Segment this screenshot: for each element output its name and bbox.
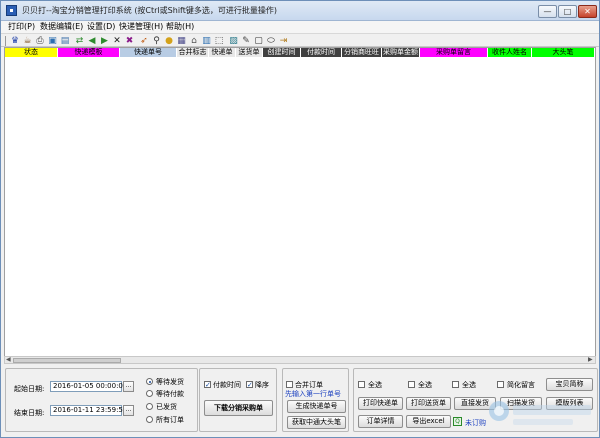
merge-panel: 合并订单 先输入第一行单号 生成快递单号 获取中通大头笔 — [282, 368, 349, 432]
column-header[interactable]: 快递模板 — [58, 48, 120, 57]
users-icon[interactable]: ♛ — [10, 36, 20, 46]
minimize-button[interactable]: — — [538, 5, 557, 18]
exit-icon[interactable]: ⇥ — [279, 36, 289, 46]
status-label-awaiting-shipment: 等待发货 — [156, 378, 184, 386]
scroll-thumb[interactable] — [13, 358, 121, 363]
watermark-logo — [489, 401, 591, 425]
grid-icon[interactable]: ▦ — [177, 36, 187, 46]
select-all-checkbox-1[interactable] — [358, 381, 365, 388]
column-header[interactable]: 快递单号 — [120, 48, 177, 57]
disk-icon[interactable]: ▤ — [60, 36, 70, 46]
product-alias-button[interactable]: 宝贝简称 — [546, 378, 593, 391]
maximize-button[interactable]: □ — [558, 5, 577, 18]
end-date-picker-button[interactable]: ... — [123, 405, 134, 416]
select-all-label-2: 全选 — [418, 381, 432, 389]
rocket-icon[interactable]: ➶ — [139, 36, 149, 46]
column-header[interactable]: 合并标志 — [177, 48, 209, 57]
select-all-checkbox-3[interactable] — [452, 381, 459, 388]
main-window: 贝贝打--淘宝分销管理打印系统 (按Ctrl或Shift键多选，可进行批量操作)… — [0, 0, 600, 438]
first-row-hint: 先输入第一行单号 — [285, 390, 341, 398]
column-header[interactable]: 付款时间 — [301, 48, 342, 57]
column-header[interactable]: 快递单 — [209, 48, 236, 57]
fetch-zto-marker-button[interactable]: 获取中通大头笔 — [287, 416, 346, 429]
binoculars-icon[interactable]: ⚲ — [152, 36, 162, 46]
scroll-left-icon[interactable]: ◀ — [6, 357, 11, 363]
x-icon[interactable]: ✖ — [125, 36, 135, 46]
print-express-button[interactable]: 打印快递单 — [358, 397, 403, 410]
qq-icon: Q — [453, 417, 462, 426]
download-purchase-orders-button[interactable]: 下载分销采购单 — [204, 400, 273, 416]
next-icon[interactable]: ▶ — [100, 36, 110, 46]
column-header[interactable]: 创建时间 — [263, 48, 301, 57]
simplify-message-label: 简化留言 — [507, 381, 535, 389]
prev-icon[interactable]: ◀ — [87, 36, 97, 46]
start-date-field[interactable]: 2016-01-05 00:00:00 — [50, 381, 127, 392]
unsubscribed-link[interactable]: 未订购 — [465, 418, 486, 428]
cup-icon[interactable]: ☕ — [23, 36, 33, 46]
ellipse-icon[interactable]: ⬭ — [266, 36, 276, 46]
image-icon[interactable]: ▣ — [48, 36, 58, 46]
close-button[interactable]: ✕ — [578, 5, 597, 18]
frame-icon[interactable]: ▢ — [254, 36, 264, 46]
column-header[interactable]: 大头笔 — [532, 48, 595, 57]
status-radio-awaiting-shipment[interactable] — [146, 378, 153, 385]
column-header[interactable]: 采购单金额 — [382, 48, 420, 57]
status-radio-awaiting-payment[interactable] — [146, 390, 153, 397]
status-radio-shipped[interactable] — [146, 403, 153, 410]
window-title: 贝贝打--淘宝分销管理打印系统 (按Ctrl或Shift键多选，可进行批量操作) — [22, 6, 277, 15]
column-header[interactable]: 分销商旺旺 — [342, 48, 382, 57]
pay-time-label: 付款时间 — [213, 381, 241, 389]
start-date-picker-button[interactable]: ... — [123, 381, 134, 392]
table-icon[interactable]: ▥ — [202, 36, 212, 46]
column-header[interactable]: 送货单 — [236, 48, 263, 57]
print-icon[interactable]: ⎙ — [35, 36, 45, 46]
date-filter-panel: 起始日期: 2016-01-05 00:00:00 ... 结束日期: 2016… — [5, 368, 198, 432]
generate-tracking-button[interactable]: 生成快递单号 — [287, 400, 346, 413]
menu-settings[interactable]: 设置(D) — [87, 21, 115, 33]
status-label-awaiting-payment: 等待付款 — [156, 390, 184, 398]
select-all-label-3: 全选 — [462, 381, 476, 389]
simplify-message-checkbox[interactable] — [497, 381, 504, 388]
lock-icon[interactable]: ● — [164, 36, 174, 46]
menu-data-edit[interactable]: 数据编辑(E) — [40, 21, 83, 33]
column-header[interactable]: 收件人姓名 — [488, 48, 532, 57]
status-label-shipped: 已发货 — [156, 403, 177, 411]
descending-label: 降序 — [255, 381, 269, 389]
picture-icon[interactable]: ▨ — [229, 36, 239, 46]
delete-icon[interactable]: ✕ — [112, 36, 122, 46]
merge-orders-checkbox[interactable] — [286, 381, 293, 388]
order-detail-button[interactable]: 订单详情 — [358, 415, 403, 428]
start-date-label: 起始日期: — [14, 385, 45, 393]
end-date-field[interactable]: 2016-01-11 23:59:59 — [50, 405, 127, 416]
download-panel: ✓ 付款时间 ✓ 降序 下载分销采购单 — [199, 368, 277, 432]
app-icon — [6, 5, 17, 16]
column-header[interactable]: 采购单留言 — [420, 48, 488, 57]
descending-checkbox[interactable]: ✓ — [246, 381, 253, 389]
end-date-label: 结束日期: — [14, 409, 45, 417]
status-radio-all-orders[interactable] — [146, 416, 153, 423]
menu-print[interactable]: 打印(P) — [8, 21, 35, 33]
scroll-right-icon[interactable]: ▶ — [588, 357, 593, 363]
toolbar: ♛ ☕ ⎙ ▣ ▤ ⇄ ◀ ▶ ✕ ✖ ➶ ⚲ ● ▦ ⌂ ▥ ⬚ ▨ ✎ ▢ ⬭ ⇥ — [1, 33, 599, 47]
brush-icon[interactable]: ✎ — [241, 36, 251, 46]
pay-time-checkbox[interactable]: ✓ — [204, 381, 211, 389]
toolbar-grip — [5, 36, 6, 46]
select-all-checkbox-2[interactable] — [408, 381, 415, 388]
status-label-all-orders: 所有订单 — [156, 416, 184, 424]
print-delivery-button[interactable]: 打印送货单 — [406, 397, 451, 410]
column-header[interactable]: 状态 — [5, 48, 58, 57]
export-icon[interactable]: ⇄ — [75, 36, 85, 46]
menu-help[interactable]: 帮助(H) — [166, 21, 194, 33]
menu-bar: 打印(P) 数据编辑(E) 设置(D) 快递管理(H) 帮助(H) — [1, 21, 599, 33]
bank-icon[interactable]: ⌂ — [189, 36, 199, 46]
select-all-label-1: 全选 — [368, 381, 382, 389]
menu-express-manage[interactable]: 快递管理(H) — [119, 21, 163, 33]
order-grid[interactable]: 状态 快递模板 快递单号 合并标志 快递单 送货单 创建时间 付款时间 分销商旺旺 采购单金额 采购… — [4, 47, 596, 363]
export-excel-button[interactable]: 导出excel — [406, 415, 451, 428]
horizontal-scrollbar[interactable]: ◀ ▶ — [4, 356, 596, 364]
title-bar: 贝贝打--淘宝分销管理打印系统 (按Ctrl或Shift键多选，可进行批量操作)… — [1, 1, 599, 21]
select-icon[interactable]: ⬚ — [214, 36, 224, 46]
